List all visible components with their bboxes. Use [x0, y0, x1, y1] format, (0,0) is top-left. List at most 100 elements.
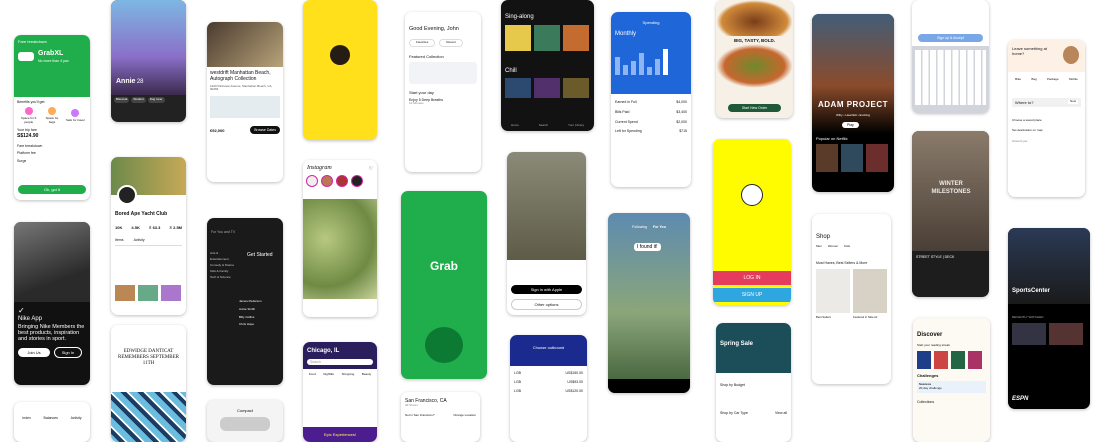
- promo-banner[interactable]: Epic Experiences!: [303, 427, 377, 442]
- shield-icon: [71, 109, 80, 118]
- where-to-input[interactable]: Where to?: [1015, 100, 1033, 105]
- now-chip[interactable]: Now: [1067, 100, 1078, 105]
- book-cover[interactable]: [968, 351, 982, 370]
- streak-text[interactable]: Start your reading streak: [913, 340, 990, 348]
- person-row[interactable]: Annie Smith: [239, 306, 281, 314]
- browse-dates-button[interactable]: Browse Dates: [250, 126, 280, 135]
- playlist-cover[interactable]: [563, 78, 589, 98]
- person-row[interactable]: Billy Collins: [239, 314, 281, 322]
- category-nightlife[interactable]: Nightlife: [323, 372, 334, 377]
- start-order-button[interactable]: Start New Order: [728, 103, 781, 112]
- playlist-cover[interactable]: [534, 24, 560, 51]
- bumble-profile-screen: Annie 28 Bisexual Student Dog lover: [111, 0, 186, 122]
- menu-item[interactable]: Tech & Science: [210, 274, 234, 280]
- keyboard[interactable]: [915, 50, 986, 105]
- flight-origin[interactable]: LGB: [514, 378, 521, 387]
- shop-screen: Shop Men Women Kids Must Haves, Best Sel…: [812, 214, 891, 384]
- flight-price[interactable]: US$150.00: [565, 369, 583, 378]
- flight-origin[interactable]: LGB: [514, 369, 521, 378]
- category-shopping[interactable]: Shopping: [342, 372, 355, 377]
- title-card[interactable]: [866, 144, 888, 172]
- play-button[interactable]: Play: [842, 122, 859, 129]
- period-toggle[interactable]: Monthly: [615, 31, 687, 39]
- story-avatar[interactable]: [351, 174, 363, 187]
- recent-chip[interactable]: Recent: [439, 38, 463, 47]
- playlist-cover[interactable]: [505, 24, 531, 51]
- saved-place[interactable]: Choose a saved place: [1008, 117, 1085, 125]
- post-image[interactable]: [303, 198, 377, 299]
- nft-thumb[interactable]: [115, 285, 135, 301]
- product-image[interactable]: [816, 268, 850, 313]
- title-card[interactable]: [841, 144, 863, 172]
- challenge-days[interactable]: 20-day challenge: [919, 386, 984, 391]
- tab-activity[interactable]: Activity: [71, 416, 82, 420]
- favorites-chip[interactable]: Favorites: [409, 38, 436, 47]
- tab-for-you[interactable]: For You: [653, 225, 666, 229]
- flight-price[interactable]: US$120.00: [565, 387, 583, 396]
- flight-origin[interactable]: LGB: [514, 387, 521, 396]
- flight-price[interactable]: US$93.00: [567, 378, 583, 387]
- category-beauty[interactable]: Beauty: [362, 372, 371, 377]
- book-cover[interactable]: [934, 351, 948, 370]
- popular-title: Popular on Netflix: [816, 136, 848, 141]
- tab-following[interactable]: Following: [632, 225, 647, 229]
- product-label: Featured in Nike Air: [853, 314, 878, 319]
- join-button[interactable]: Join Us: [18, 348, 50, 358]
- nft-thumb[interactable]: [161, 285, 181, 301]
- service-package[interactable]: Package: [1047, 77, 1059, 82]
- filter-kids[interactable]: Kids: [844, 244, 850, 249]
- service-bag[interactable]: Bag: [1031, 77, 1036, 82]
- title-card[interactable]: [816, 144, 838, 172]
- view-all-link[interactable]: View all: [775, 411, 787, 415]
- featured-card[interactable]: [409, 61, 477, 84]
- book-cover[interactable]: [917, 351, 931, 370]
- nav-search[interactable]: Search: [539, 123, 549, 128]
- other-options-button[interactable]: Other options: [511, 299, 582, 310]
- nav-home[interactable]: Home: [511, 123, 519, 128]
- mailchimp-splash: mailchimp: [303, 0, 377, 140]
- map-thumb[interactable]: [210, 96, 280, 118]
- story-avatar[interactable]: [306, 174, 318, 187]
- video-thumb[interactable]: [1049, 322, 1083, 345]
- person-row[interactable]: James Pederson: [239, 298, 281, 306]
- spending-title: Spending: [642, 20, 660, 25]
- nav-library[interactable]: Your Library: [568, 123, 584, 128]
- heart-icon[interactable]: ♡: [369, 166, 373, 172]
- category-food[interactable]: Food: [309, 372, 316, 377]
- get-started-title[interactable]: Get Started: [247, 252, 273, 258]
- playlist-cover[interactable]: [534, 78, 560, 98]
- tab-index[interactable]: Index: [22, 416, 31, 420]
- search-input[interactable]: Search: [307, 358, 373, 365]
- city-title[interactable]: Chicago, IL: [307, 348, 373, 356]
- signin-button[interactable]: Sign In: [54, 347, 82, 359]
- set-destination[interactable]: Set destination on map: [1008, 125, 1085, 137]
- service-bike[interactable]: Bike: [1015, 77, 1021, 82]
- ok-button[interactable]: Ok, got it: [18, 185, 86, 194]
- playlist-cover[interactable]: [563, 24, 589, 51]
- story-avatar[interactable]: [321, 174, 333, 187]
- video-thumb[interactable]: [1012, 322, 1046, 345]
- nike-body: Bringing Nike Members the best products,…: [18, 323, 85, 343]
- signup-button[interactable]: Sign up & Accept: [918, 34, 983, 43]
- story-avatar[interactable]: [336, 174, 348, 187]
- athlete-photo: [14, 222, 90, 302]
- fare-header: Fare breakdown GrabXL No more than 4 pax: [14, 35, 90, 97]
- tab-balances[interactable]: Balances: [44, 416, 58, 420]
- signup-button[interactable]: SIGN UP: [713, 288, 791, 303]
- search-input[interactable]: For You and TV: [211, 230, 279, 234]
- product-image[interactable]: [853, 268, 887, 313]
- filter-men[interactable]: Men: [816, 244, 822, 249]
- nft-thumb[interactable]: [138, 285, 158, 301]
- tier-name: GrabXL: [38, 50, 64, 57]
- service-mobile[interactable]: Mobile: [1069, 77, 1078, 82]
- book-cover[interactable]: [951, 351, 965, 370]
- tab-activity[interactable]: Activity: [134, 238, 145, 242]
- apple-signin-button[interactable]: Sign in with Apple: [511, 285, 582, 294]
- person-row[interactable]: Chris Hope: [239, 321, 281, 329]
- change-location-link[interactable]: Change Location: [453, 413, 476, 418]
- playlist-cover[interactable]: [505, 78, 531, 98]
- filter-women[interactable]: Women: [828, 244, 838, 249]
- menu-item[interactable]: Arts & Entertainment: [210, 250, 234, 262]
- login-button[interactable]: LOG IN: [713, 271, 791, 286]
- tab-items[interactable]: Items: [115, 238, 124, 242]
